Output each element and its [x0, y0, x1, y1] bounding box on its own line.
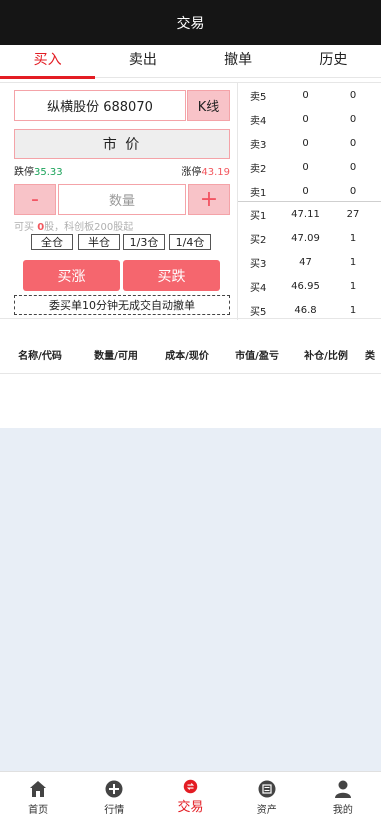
- ask-price: 0: [302, 161, 309, 173]
- bid-price: 47.09: [291, 232, 320, 244]
- nav-trade[interactable]: 交易: [152, 772, 228, 822]
- bid-level: 买2: [250, 234, 267, 246]
- available-suffix: 股，科创板200股起: [44, 222, 134, 233]
- bid-row: 买3 47 1: [238, 250, 381, 274]
- order-form: 纵横股份 688070 K线 市 价 跌停35.33 涨停43.19 - 数量 …: [0, 83, 237, 320]
- nav-trade-label: 交易: [177, 800, 204, 815]
- bid-volume: 1: [349, 304, 357, 316]
- buy-up-button[interactable]: 买涨: [23, 260, 120, 291]
- ask-level: 卖1: [250, 187, 267, 199]
- kline-button[interactable]: K线: [187, 90, 230, 121]
- limit-row: 跌停35.33 涨停43.19: [14, 163, 230, 178]
- position-quarter-button[interactable]: 1/4仓: [169, 234, 211, 250]
- ask-price: 0: [302, 137, 309, 149]
- profile-icon: [334, 780, 351, 798]
- bid-row: 买2 47.09 1: [238, 226, 381, 250]
- limit-up: 涨停43.19: [181, 163, 230, 178]
- col-market-value: 市值/盈亏: [235, 351, 279, 362]
- quantity-plus-button[interactable]: +: [188, 184, 230, 215]
- ask-price: 0: [302, 113, 309, 125]
- empty-content-area: [0, 428, 381, 771]
- bid-level: 买3: [250, 258, 267, 270]
- col-cost-price: 成本/现价: [165, 351, 209, 362]
- nav-market[interactable]: 行情: [76, 772, 152, 822]
- positions-table-header: 名称/代码 数量/可用 成本/现价 市值/盈亏 补仓/比例 类: [0, 336, 381, 374]
- ask-level: 卖4: [250, 115, 267, 127]
- ask-volume: 0: [349, 89, 357, 101]
- quantity-minus-button[interactable]: -: [14, 184, 56, 215]
- ask-row: 卖3 0 0: [238, 131, 381, 155]
- ask-level: 卖2: [250, 163, 267, 175]
- nav-assets[interactable]: 资产: [229, 772, 305, 822]
- ask-volume: 0: [349, 137, 357, 149]
- bid-row: 买1 47.11 27: [238, 202, 381, 226]
- nav-home-label: 首页: [28, 804, 49, 816]
- ask-price: 0: [302, 185, 309, 197]
- col-name-code: 名称/代码: [18, 351, 62, 362]
- col-add-ratio: 补仓/比例: [304, 351, 348, 362]
- available-prefix: 可买: [14, 222, 38, 233]
- nav-profile-label: 我的: [332, 804, 353, 816]
- ask-volume: 0: [349, 113, 357, 125]
- price-type-selector[interactable]: 市 价: [14, 129, 230, 159]
- top-bar: 交易: [0, 0, 381, 45]
- nav-market-label: 行情: [104, 804, 125, 816]
- nav-profile[interactable]: 我的: [305, 772, 381, 822]
- bid-price: 46.95: [291, 280, 320, 292]
- ask-volume: 0: [349, 161, 357, 173]
- position-full-button[interactable]: 全仓: [31, 234, 73, 250]
- bottom-nav: 首页 行情 交易 资产 我的: [0, 771, 381, 822]
- limit-down-value: 35.33: [34, 167, 63, 178]
- bid-price: 47: [299, 256, 312, 268]
- quantity-input[interactable]: 数量: [58, 184, 186, 215]
- limit-up-label: 涨停: [181, 167, 202, 178]
- auto-cancel-notice: 委买单10分钟无成交自动撤单: [14, 295, 230, 315]
- ask-row: 卖5 0 0: [238, 83, 381, 107]
- ask-level: 卖3: [250, 139, 267, 151]
- stock-selector[interactable]: 纵横股份 688070: [14, 90, 186, 121]
- bid-row: 买4 46.95 1: [238, 274, 381, 298]
- ask-level: 卖5: [250, 91, 267, 103]
- nav-home[interactable]: 首页: [0, 772, 76, 822]
- bid-volume: 1: [349, 232, 357, 244]
- trade-icon: [183, 779, 198, 794]
- col-quantity: 数量/可用: [94, 351, 138, 362]
- bid-volume: 1: [349, 280, 357, 292]
- bid-price: 46.8: [294, 304, 317, 316]
- ask-volume: 0: [349, 185, 357, 197]
- position-half-button[interactable]: 半仓: [78, 234, 120, 250]
- page-title: 交易: [176, 15, 205, 32]
- ask-row: 卖4 0 0: [238, 107, 381, 131]
- position-third-button[interactable]: 1/3仓: [123, 234, 165, 250]
- bid-level: 买4: [250, 282, 267, 294]
- ask-row: 卖2 0 0: [238, 155, 381, 179]
- col-type: 类: [365, 351, 375, 362]
- trade-tabs: 买入 卖出 撤单 历史: [0, 45, 381, 78]
- order-area: 纵横股份 688070 K线 市 价 跌停35.33 涨停43.19 - 数量 …: [0, 82, 381, 320]
- assets-icon: [258, 780, 276, 797]
- bid-price: 47.11: [291, 208, 320, 220]
- bid-volume: 1: [349, 256, 357, 268]
- ask-row: 卖1 0 0: [238, 179, 381, 203]
- available-quantity: 可买 0股，科创板200股起: [14, 218, 230, 233]
- tab-cancel[interactable]: 撤单: [191, 45, 286, 77]
- bid-level: 买5: [250, 306, 267, 318]
- tab-buy[interactable]: 买入: [0, 45, 95, 77]
- home-icon: [30, 780, 47, 797]
- active-tab-indicator: [0, 76, 95, 79]
- limit-up-value: 43.19: [201, 167, 230, 178]
- nav-assets-label: 资产: [256, 804, 277, 816]
- market-plus-icon: [105, 780, 123, 797]
- order-book: 卖5 0 0 卖4 0 0 卖3 0 0 卖2 0 0 卖1 0 0 买1 47…: [237, 83, 381, 320]
- bid-volume: 27: [346, 208, 360, 220]
- buy-down-button[interactable]: 买跌: [123, 260, 220, 291]
- tab-history[interactable]: 历史: [286, 45, 381, 77]
- bid-level: 买1: [250, 210, 267, 222]
- limit-down-label: 跌停: [14, 167, 34, 178]
- limit-down: 跌停35.33: [14, 163, 63, 178]
- ask-price: 0: [302, 89, 309, 101]
- tab-sell[interactable]: 卖出: [95, 45, 190, 77]
- bid-row: 买5 46.8 1: [238, 298, 381, 322]
